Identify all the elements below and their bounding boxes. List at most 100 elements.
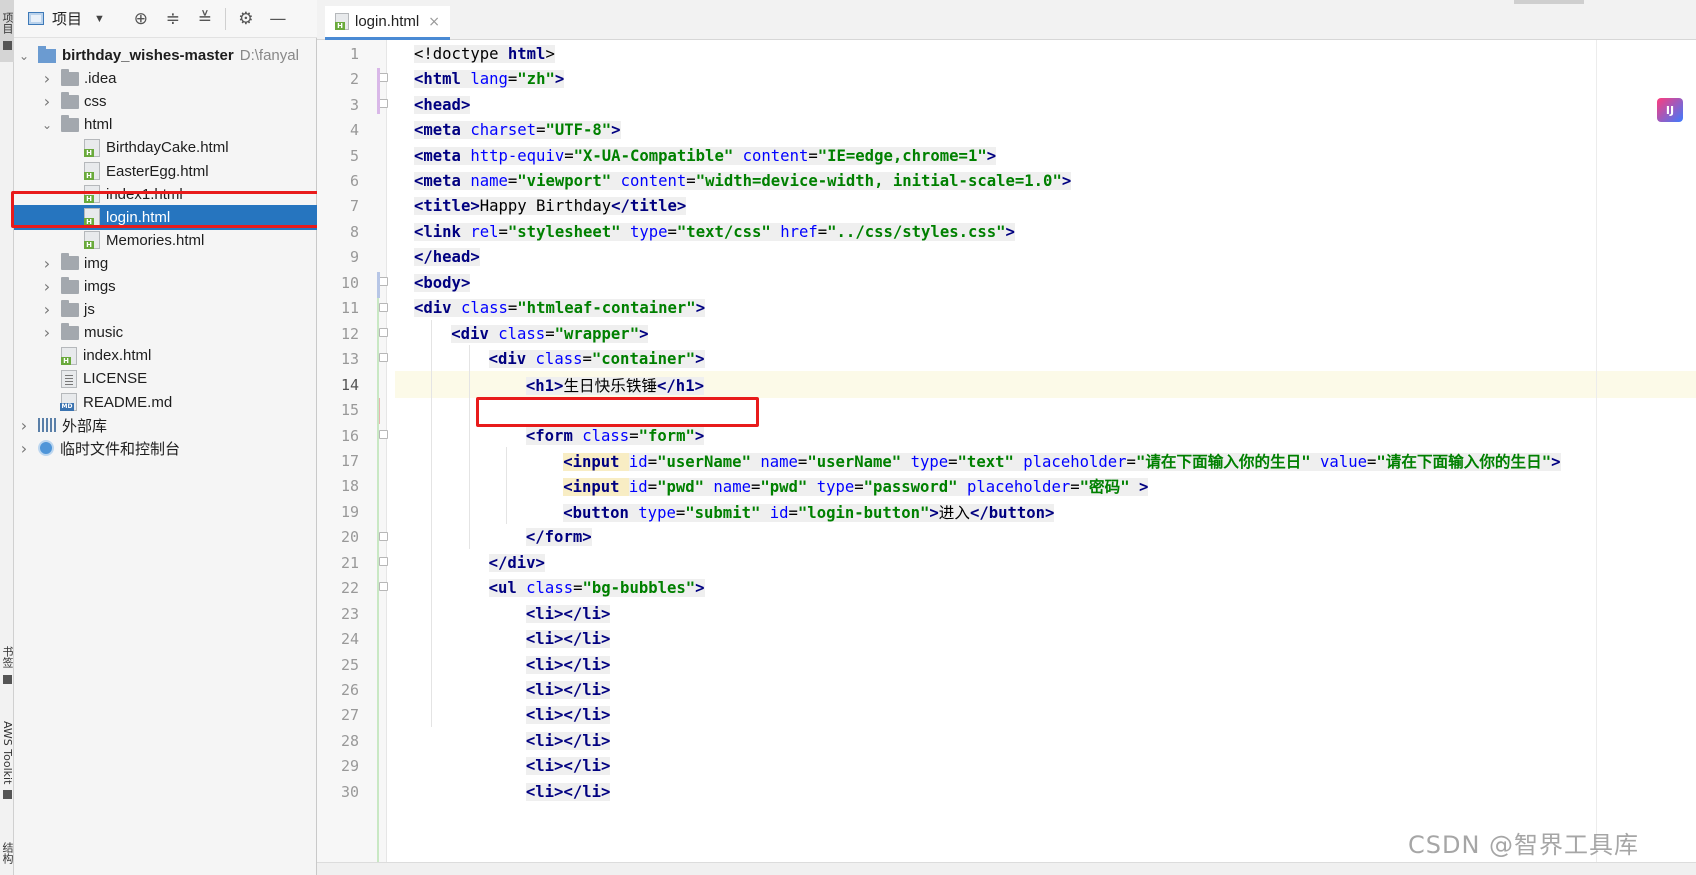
line-number[interactable]: 30 [317,783,359,801]
code-line[interactable]: 1 <!doctype html> [350,40,1696,68]
line-number[interactable]: 9 [317,248,359,266]
line-number[interactable]: 21 [317,554,359,572]
line-number[interactable]: 3 [317,96,359,114]
chevron-down-icon[interactable]: ▼ [94,13,105,25]
tree-item-外部库[interactable]: › 外部库 [14,413,317,438]
close-icon[interactable]: × [428,14,440,30]
tree-item-birthdaycake-html[interactable]: BirthdayCake.html [14,135,317,160]
chevron-right-icon[interactable]: › [18,416,30,435]
chevron-down-icon[interactable]: ⌄ [41,118,53,132]
code-area[interactable]: 1 <!doctype html> 2 <html lang="zh"> 3 <head>… [341,40,1696,875]
fold-marker-icon[interactable] [379,73,388,83]
fold-marker-icon[interactable] [379,557,388,566]
tree-item-idea[interactable]: › .idea [14,66,317,91]
tab-login-html[interactable]: login.html × [325,6,450,40]
code-line[interactable]: 5 <meta http-equiv="X-UA-Compatible" cont… [350,142,1696,170]
code-line[interactable]: 26 <li></li> [341,676,1696,704]
line-number[interactable]: 11 [317,299,359,317]
fold-marker-icon[interactable] [379,98,388,108]
code-line[interactable]: 2 <html lang="zh"> [350,65,1696,93]
fold-marker-icon[interactable] [379,277,388,287]
chevron-right-icon[interactable]: › [41,92,53,111]
ide-badge-icon[interactable]: IJ [1657,98,1683,122]
line-number[interactable]: 20 [317,528,359,546]
chevron-down-icon[interactable]: ⌄ [18,49,30,63]
tree-item-license[interactable]: LICENSE [14,366,317,391]
line-number[interactable]: 27 [317,706,359,724]
tree-item-img[interactable]: › img [14,251,317,276]
tree-item-birthday-wishes-master[interactable]: ⌄ birthday_wishes-master D:\fanyal [14,43,317,68]
code-line[interactable]: 28 <li></li> [341,727,1696,755]
chevron-right-icon[interactable]: › [41,323,53,342]
tree-item-easteregg-html[interactable]: EasterEgg.html [14,159,317,184]
line-number[interactable]: 28 [317,732,359,750]
line-number[interactable]: 23 [317,605,359,623]
fold-marker-icon[interactable] [379,327,388,337]
collapse-all-icon[interactable]: ≚ [193,7,217,31]
code-line[interactable]: 10 <body> [341,269,1696,297]
line-number[interactable]: 7 [317,197,359,215]
fold-marker-icon[interactable] [379,531,388,541]
line-number[interactable]: 24 [317,630,359,648]
tree-item-临时文件和控制台[interactable]: › 临时文件和控制台 [14,436,317,461]
fold-marker-icon[interactable] [379,353,388,363]
expand-all-icon[interactable]: ≑ [161,7,185,31]
tree-item-music[interactable]: › music [14,320,317,345]
fold-marker-icon[interactable] [379,429,388,439]
line-number[interactable]: 25 [317,656,359,674]
line-number[interactable]: 8 [317,223,359,241]
line-number[interactable]: 12 [317,325,359,343]
chevron-right-icon[interactable]: › [18,439,30,458]
line-number[interactable]: 5 [317,147,359,165]
code-line[interactable]: 19 <button type="submit" id="login-button… [341,498,1696,526]
chevron-right-icon[interactable]: › [41,69,53,88]
line-number[interactable]: 10 [317,274,359,292]
line-number[interactable]: 22 [317,579,359,597]
code-line[interactable]: 6 <meta name="viewport" content="width=de… [350,167,1696,195]
code-line[interactable]: 25 <li></li> [341,651,1696,679]
tree-item-imgs[interactable]: › imgs [14,274,317,299]
project-tool-tab[interactable]: 项目 [0,0,14,62]
code-line[interactable]: 3 <head> [350,91,1696,119]
code-line[interactable]: 9 </head> [350,244,1696,272]
line-number[interactable]: 4 [317,121,359,139]
line-number[interactable]: 29 [317,757,359,775]
code-line[interactable]: 4 <meta charset="UTF-8"> [350,116,1696,144]
line-number[interactable]: 18 [317,477,359,495]
tree-item-css[interactable]: › css [14,89,317,114]
code-line[interactable]: 8 <link rel="stylesheet" type="text/css" … [350,218,1696,246]
fold-marker-icon[interactable] [379,582,388,592]
code-line[interactable]: 7 <title>Happy Birthday</title> [350,193,1696,221]
line-number[interactable]: 19 [317,503,359,521]
fold-marker-icon[interactable] [379,302,388,312]
code-line[interactable]: 13 <div class="container"> [341,345,1696,373]
code-line[interactable]: 17 <input id="userName" name="userName" t… [341,447,1696,475]
tree-item-memories-html[interactable]: Memories.html [14,228,317,253]
project-panel-title[interactable]: 项目 [52,8,82,29]
line-number[interactable]: 1 [317,45,359,63]
line-number[interactable]: 16 [317,427,359,445]
line-number[interactable]: 13 [317,350,359,368]
locate-icon[interactable]: ⊕ [129,7,153,31]
tree-item-index-html[interactable]: index.html [14,343,317,368]
minimize-icon[interactable]: — [266,7,290,31]
code-line[interactable]: 21 </div> [341,549,1696,577]
code-line[interactable]: 23 <li></li> [341,600,1696,628]
tree-item-html[interactable]: ⌄ html [14,112,317,137]
code-line[interactable]: 29 <li></li> [341,753,1696,781]
line-number[interactable]: 26 [317,681,359,699]
horizontal-scrollbar[interactable] [1514,0,1584,4]
tree-item-readme-md[interactable]: README.md [14,390,317,415]
line-number[interactable]: 14 [317,376,359,394]
code-line[interactable]: 27 <li></li> [341,702,1696,730]
gear-icon[interactable]: ⚙ [234,7,258,31]
line-number[interactable]: 15 [317,401,359,419]
code-line[interactable]: 30 <li></li> [341,778,1696,806]
line-number[interactable]: 17 [317,452,359,470]
tree-item-js[interactable]: › js [14,297,317,322]
code-line[interactable]: 18 <input id="pwd" name="pwd" type="passw… [341,473,1696,501]
chevron-right-icon[interactable]: › [41,277,53,296]
code-line[interactable]: 20 </form> [341,524,1696,552]
line-number[interactable]: 6 [317,172,359,190]
structure-tool-tab[interactable]: 结构 [0,830,14,875]
